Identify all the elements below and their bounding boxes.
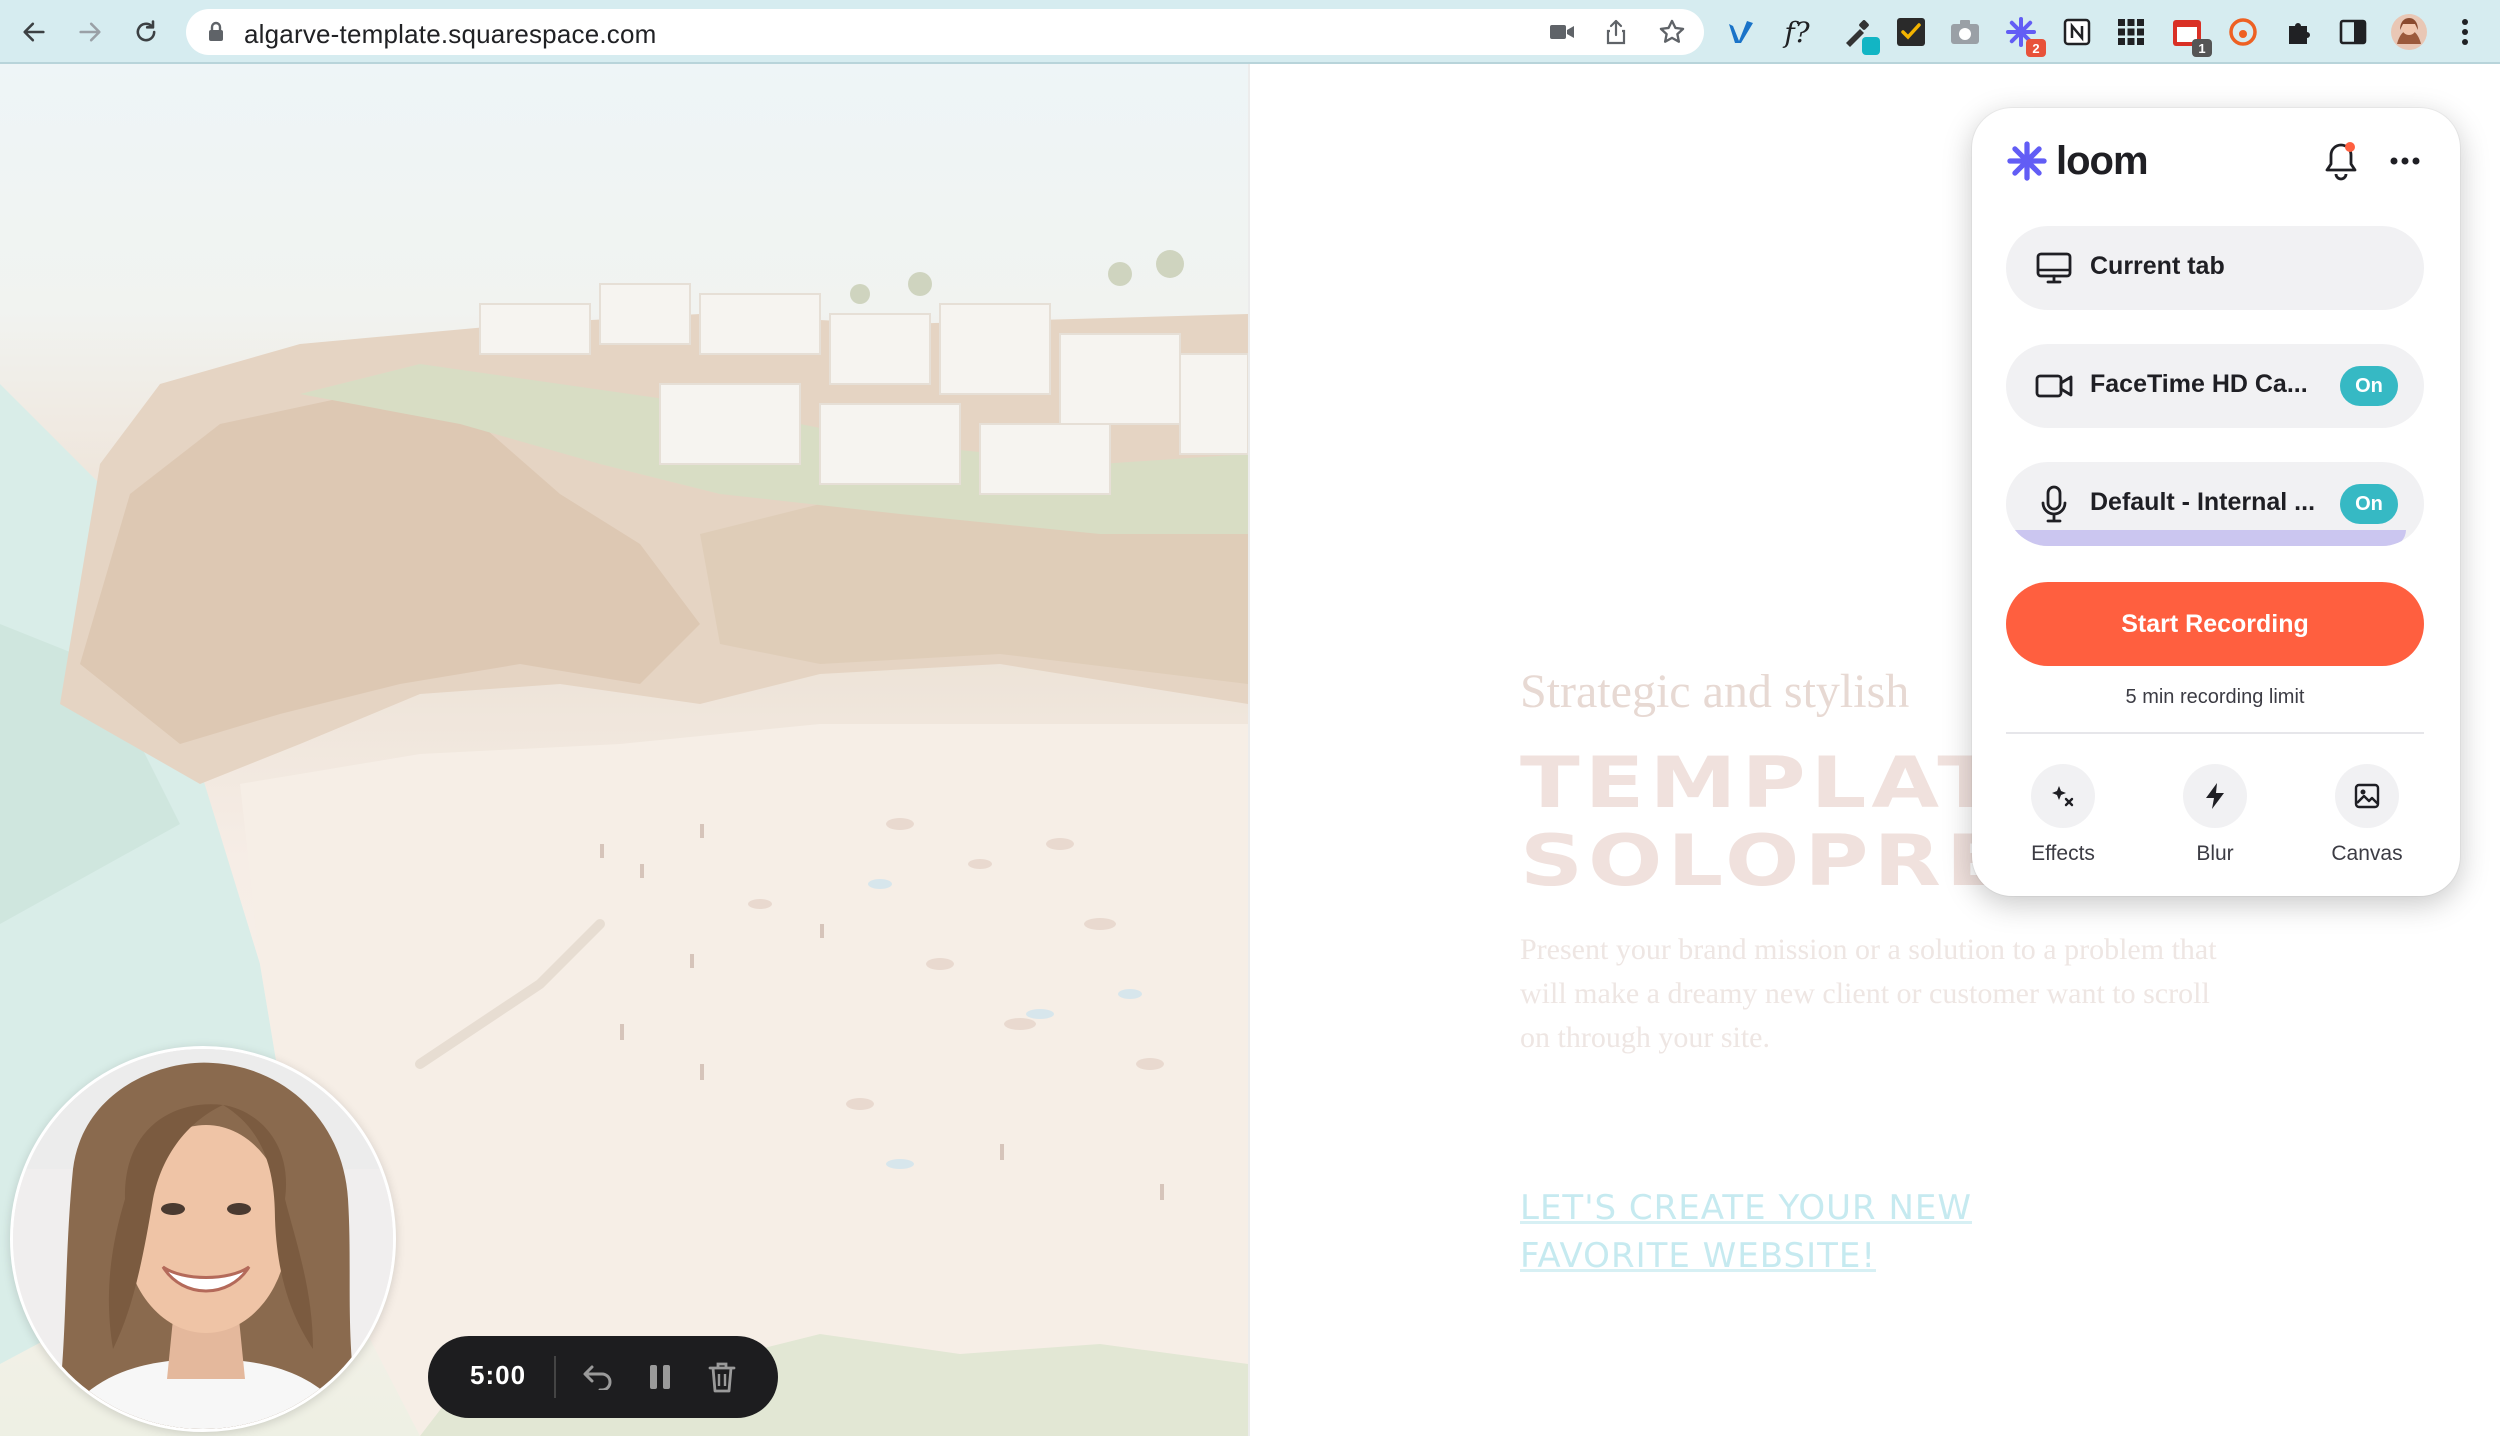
calendar-extension-icon[interactable]: 1 xyxy=(2168,13,2212,57)
calendar-badge: 1 xyxy=(2192,39,2212,57)
hero-body-text: Present your brand mission or a solution… xyxy=(1520,933,2217,1054)
profile-avatar[interactable] xyxy=(2390,13,2428,51)
loom-logo: loom xyxy=(2006,136,2149,186)
webcam-bubble[interactable] xyxy=(10,1046,396,1432)
browser-menu-icon[interactable] xyxy=(2446,13,2484,51)
restart-button[interactable] xyxy=(578,1357,618,1397)
notifications-button[interactable] xyxy=(2318,138,2364,184)
lightning-icon xyxy=(2183,764,2247,828)
color-picker-extension-icon[interactable] xyxy=(1838,13,1880,55)
video-camera-icon xyxy=(2034,366,2074,406)
lock-icon[interactable] xyxy=(206,21,226,48)
extensions-puzzle-icon[interactable] xyxy=(2280,13,2318,51)
recording-control-bar: 5:00 xyxy=(428,1336,778,1418)
more-dots-icon xyxy=(2390,157,2420,165)
back-button[interactable] xyxy=(14,12,54,52)
image-icon xyxy=(2335,764,2399,828)
bookmark-star-icon[interactable] xyxy=(1656,16,1688,48)
delete-recording-button[interactable] xyxy=(702,1357,742,1397)
recording-timer: 5:00 xyxy=(470,1360,527,1390)
pause-button[interactable] xyxy=(640,1357,680,1397)
camera-label: FaceTime HD Ca... xyxy=(2090,370,2308,398)
share-icon[interactable] xyxy=(1600,16,1632,48)
address-bar[interactable]: algarve-template.squarespace.com xyxy=(186,9,1704,55)
source-label: Current tab xyxy=(2090,252,2225,280)
url-text: algarve-template.squarespace.com xyxy=(244,19,657,49)
notion-extension-icon[interactable] xyxy=(2058,13,2096,51)
loom-badge: 2 xyxy=(2026,39,2046,57)
more-options-button[interactable] xyxy=(2382,138,2428,184)
canvas-label: Canvas xyxy=(2331,842,2403,865)
camera-toggle[interactable]: On xyxy=(2340,366,2398,406)
microphone-label: Default - Internal ... xyxy=(2090,488,2316,516)
recording-source-selector[interactable]: Current tab xyxy=(2006,226,2424,310)
bell-icon xyxy=(2325,142,2357,181)
effects-button[interactable]: Effects xyxy=(2008,764,2118,866)
mic-level-meter xyxy=(2012,530,2406,546)
reload-button[interactable] xyxy=(126,12,166,52)
undo-icon xyxy=(583,1365,612,1390)
loom-divider xyxy=(2006,732,2424,734)
loom-extension-icon[interactable]: 2 xyxy=(2002,13,2046,57)
loom-wordmark: loom xyxy=(2056,138,2149,183)
start-recording-button[interactable]: Start Recording xyxy=(2006,582,2424,666)
loom-logo-icon xyxy=(2007,141,2047,181)
reload-icon xyxy=(136,20,156,42)
bitly-extension-icon[interactable] xyxy=(2224,13,2262,51)
blur-button[interactable]: Blur xyxy=(2160,764,2270,866)
camera-selector[interactable]: FaceTime HD Ca... On xyxy=(2006,344,2424,428)
microphone-toggle[interactable]: On xyxy=(2340,484,2398,524)
todo-extension-icon[interactable] xyxy=(1892,13,1930,51)
effects-label: Effects xyxy=(2031,842,2095,865)
browser-toolbar: algarve-template.squarespace.com f? 2 1 xyxy=(0,0,2500,64)
canvas-button[interactable]: Canvas xyxy=(2312,764,2422,866)
pause-icon xyxy=(650,1365,670,1389)
forward-arrow-icon xyxy=(79,22,101,42)
page-divider xyxy=(1248,64,1250,1436)
blur-label: Blur xyxy=(2196,842,2234,865)
microphone-icon xyxy=(2034,484,2074,524)
vimeo-extension-icon[interactable] xyxy=(1722,13,1760,51)
formula-extension-icon[interactable]: f? xyxy=(1778,13,1816,51)
monitor-icon xyxy=(2034,248,2074,288)
recording-limit-note: 5 min recording limit xyxy=(2125,686,2305,708)
back-arrow-icon xyxy=(23,22,45,42)
hero-cta-link[interactable]: LET'S CREATE YOUR NEW FAVORITE WEBSITE! xyxy=(1520,1184,2080,1280)
side-panel-icon[interactable] xyxy=(2334,13,2372,51)
webcam-person-image xyxy=(13,1049,393,1429)
camera-in-use-icon[interactable] xyxy=(1546,16,1578,48)
microphone-selector[interactable]: Default - Internal ... On xyxy=(2006,462,2424,546)
hero-eyebrow: Strategic and stylish xyxy=(1520,665,1910,718)
loom-popup: loom Current tab FaceTime HD Ca... On De… xyxy=(1972,108,2460,896)
camera-extension-icon[interactable] xyxy=(1946,13,1984,51)
trash-icon xyxy=(708,1362,736,1393)
sparkle-icon xyxy=(2031,764,2095,828)
apps-grid-extension-icon[interactable] xyxy=(2112,13,2150,51)
forward-button[interactable] xyxy=(70,12,110,52)
control-separator xyxy=(554,1356,556,1398)
